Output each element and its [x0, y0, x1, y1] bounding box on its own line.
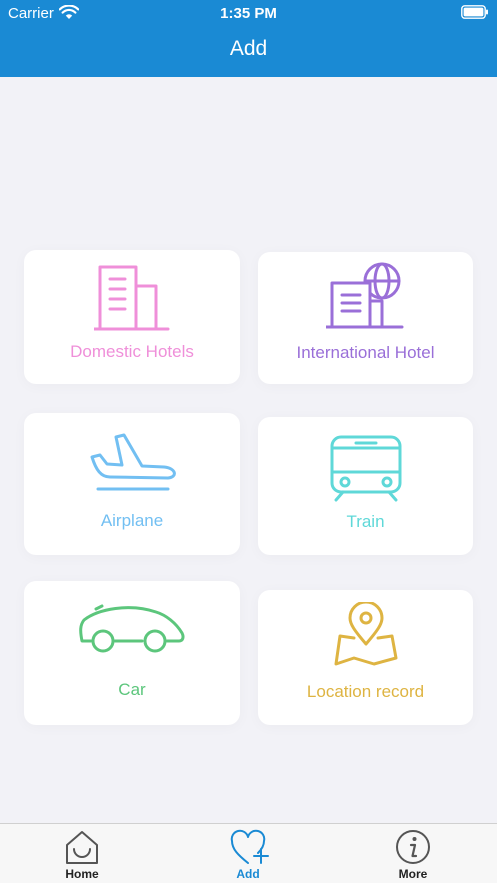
tab-bar: Home Add More — [0, 823, 497, 883]
page-title: Add — [229, 37, 268, 60]
home-icon — [66, 831, 98, 864]
tab-label: More — [398, 867, 428, 881]
card-label: Car — [118, 680, 146, 699]
tab-add[interactable]: Add — [188, 824, 308, 883]
international-hotel-card[interactable]: International Hotel — [258, 252, 473, 384]
info-icon — [396, 830, 430, 864]
tab-label: Add — [236, 867, 260, 881]
tab-home[interactable]: Home — [22, 824, 142, 883]
domestic-hotels-card[interactable]: Domestic Hotels — [24, 250, 240, 384]
map-pin-icon — [334, 602, 398, 666]
tab-more[interactable]: More — [353, 824, 473, 883]
tab-label: Home — [65, 867, 99, 881]
status-bar: Carrier 1:35 PM — [0, 0, 497, 27]
location-record-card[interactable]: Location record — [258, 590, 473, 725]
battery-icon — [461, 5, 488, 19]
globe-building-icon — [326, 262, 404, 329]
card-label: Domestic Hotels — [70, 342, 194, 361]
status-time: 1:35 PM — [220, 5, 277, 22]
heart-plus-icon — [230, 829, 269, 864]
card-label: Train — [346, 512, 385, 531]
card-label: Airplane — [100, 511, 164, 530]
airplane-icon — [90, 433, 176, 491]
car-card[interactable]: Car — [24, 581, 240, 725]
car-icon — [79, 604, 185, 653]
top-bar: Carrier 1:35 PM Add — [0, 0, 497, 77]
card-label: International Hotel — [296, 343, 435, 362]
building-icon — [94, 265, 170, 331]
train-card[interactable]: Train — [258, 417, 473, 555]
train-icon — [330, 435, 402, 502]
airplane-card[interactable]: Airplane — [24, 413, 240, 555]
card-label: Location record — [306, 682, 425, 701]
